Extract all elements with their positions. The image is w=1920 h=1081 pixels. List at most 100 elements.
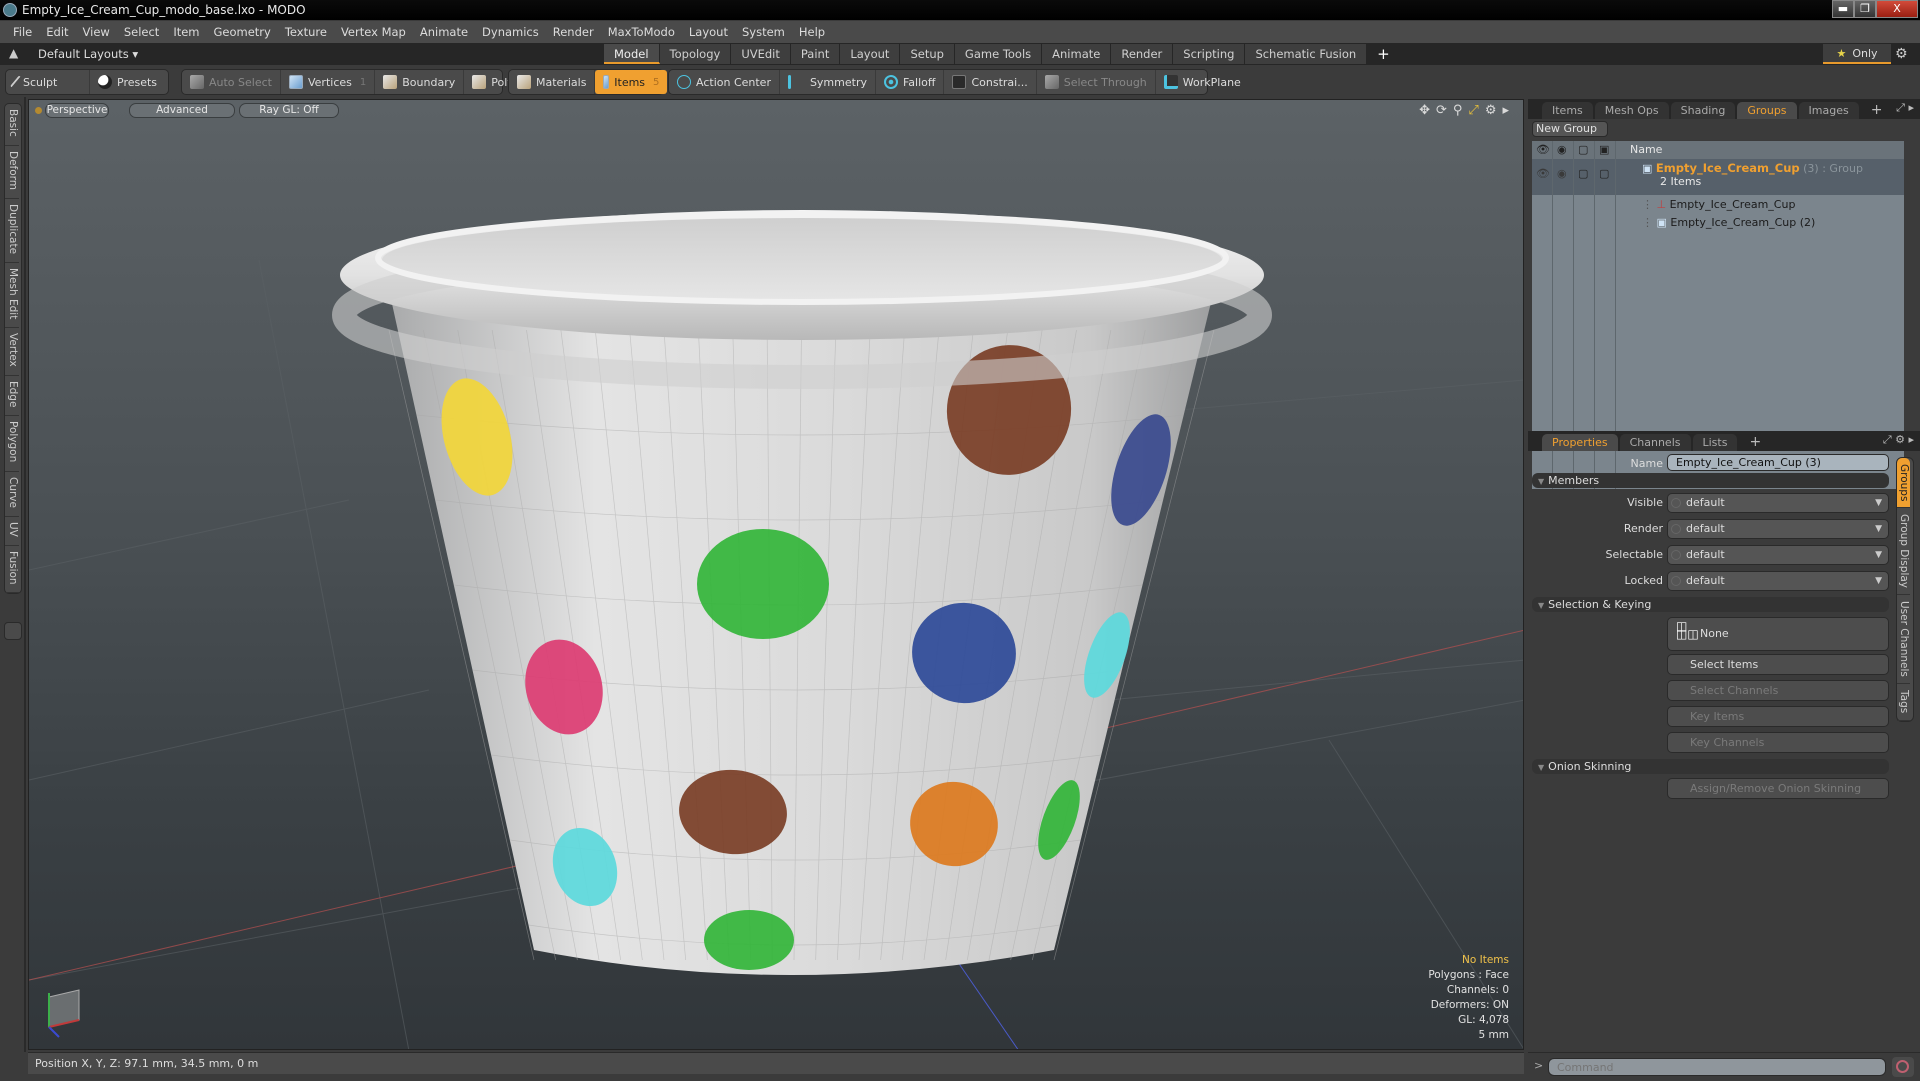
side-tab-groups[interactable]: Groups <box>1897 458 1910 509</box>
materials-button[interactable]: Materials <box>509 70 596 94</box>
side-tab-user-channels[interactable]: User Channels <box>1897 595 1910 685</box>
tab-animate[interactable]: Animate <box>1042 44 1112 64</box>
raygl-button[interactable]: Ray GL: Off <box>239 103 339 118</box>
render-dropdown[interactable]: default ▼ <box>1667 519 1889 539</box>
menu-select[interactable]: Select <box>117 25 166 39</box>
tool-tab-vertex[interactable]: Vertex <box>5 328 19 376</box>
menu-render[interactable]: Render <box>546 25 601 39</box>
list-item[interactable]: ⋮ ⊥ Empty_Ice_Cream_Cup <box>1642 198 1795 211</box>
tab-game-tools[interactable]: Game Tools <box>954 44 1043 64</box>
tool-tab-polygon[interactable]: Polygon <box>5 416 19 472</box>
record-macro-button[interactable] <box>1892 1057 1914 1077</box>
visible-dropdown[interactable]: default ▼ <box>1667 493 1889 513</box>
maximize-icon[interactable]: ⤢ <box>1468 103 1478 118</box>
symmetry-button[interactable]: Symmetry <box>780 70 876 94</box>
menu-maxtomodo[interactable]: MaxToModo <box>601 25 682 39</box>
workplane-button[interactable]: WorkPlane <box>1156 70 1249 94</box>
menu-layout[interactable]: Layout <box>682 25 735 39</box>
menu-texture[interactable]: Texture <box>278 25 334 39</box>
name-column-header[interactable]: Name <box>1630 143 1662 156</box>
selectable-dropdown[interactable]: default ▼ <box>1667 545 1889 565</box>
tool-tab-fusion[interactable]: Fusion <box>5 546 19 594</box>
key-channels-button[interactable]: Key Channels <box>1667 732 1889 753</box>
gear-icon[interactable]: ⚙ <box>1895 46 1908 62</box>
tool-tab-duplicate[interactable]: Duplicate <box>5 199 19 263</box>
tab-paint[interactable]: Paint <box>790 44 841 64</box>
tab-shading[interactable]: Shading <box>1670 102 1736 119</box>
falloff-button[interactable]: Falloff <box>876 70 945 94</box>
side-tab-tags[interactable]: Tags <box>1897 684 1910 721</box>
tab-scripting[interactable]: Scripting <box>1173 44 1246 64</box>
props-tools-icons[interactable]: ⤢ ⚙ ▸ <box>1883 433 1914 447</box>
only-button[interactable]: ★ Only <box>1823 44 1891 64</box>
tab-lists[interactable]: Lists <box>1692 434 1738 451</box>
tab-mesh-ops[interactable]: Mesh Ops <box>1594 102 1669 119</box>
group-render-toggle[interactable]: ◉ <box>1557 167 1567 180</box>
rotate-icon[interactable]: ⟳ <box>1436 103 1447 118</box>
default-layouts-dropdown[interactable]: Default Layouts ▾ <box>38 47 138 61</box>
tab-images[interactable]: Images <box>1798 102 1859 119</box>
render-camera-icon[interactable]: ◉ <box>1557 143 1567 156</box>
tab-items[interactable]: Items <box>1542 102 1593 119</box>
command-input[interactable] <box>1548 1058 1886 1076</box>
selection-keying-section-header[interactable]: ▼ Selection & Keying <box>1532 597 1889 612</box>
tool-tab-uv[interactable]: UV <box>5 517 19 546</box>
selectable-icon[interactable]: ▢ <box>1578 143 1588 156</box>
tool-tab-mesh-edit[interactable]: Mesh Edit <box>5 263 19 329</box>
menu-system[interactable]: System <box>735 25 792 39</box>
menu-file[interactable]: File <box>6 25 39 39</box>
tab-groups[interactable]: Groups <box>1737 102 1797 119</box>
tool-strip-extra-button[interactable] <box>4 622 22 640</box>
tab-layout[interactable]: Layout <box>840 44 901 64</box>
menu-view[interactable]: View <box>76 25 117 39</box>
menu-help[interactable]: Help <box>792 25 832 39</box>
tab-properties[interactable]: Properties <box>1542 434 1618 451</box>
constraints-button[interactable]: Constrai... <box>944 70 1037 94</box>
members-section-header[interactable]: ▼ Members <box>1532 473 1889 488</box>
name-field[interactable]: Empty_Ice_Cream_Cup (3) <box>1667 454 1889 471</box>
menu-dynamics[interactable]: Dynamics <box>475 25 546 39</box>
tab-schematic-fusion[interactable]: Schematic Fusion <box>1245 44 1368 64</box>
menu-item[interactable]: Item <box>166 25 206 39</box>
viewport-gear-icon[interactable]: ⚙ <box>1485 103 1497 118</box>
pan-icon[interactable]: ✥ <box>1419 103 1430 118</box>
add-tab-button[interactable]: + <box>1367 44 1400 64</box>
tab-setup[interactable]: Setup <box>900 44 955 64</box>
collapse-up-icon[interactable]: ▲ <box>9 46 18 60</box>
boundary-button[interactable]: Boundary <box>375 70 465 94</box>
new-group-button[interactable]: New Group <box>1532 121 1608 137</box>
tab-topology[interactable]: Topology <box>659 44 732 64</box>
menu-animate[interactable]: Animate <box>413 25 475 39</box>
menu-geometry[interactable]: Geometry <box>207 25 278 39</box>
add-props-tab-button[interactable]: + <box>1739 434 1771 451</box>
viewport-arrow-icon[interactable]: ▸ <box>1502 103 1509 118</box>
zoom-icon[interactable]: ⚲ <box>1453 103 1463 118</box>
group-select-toggle[interactable]: ▢ <box>1578 167 1588 180</box>
key-items-button[interactable]: Key Items <box>1667 706 1889 727</box>
sculpt-button[interactable]: Sculpt <box>6 70 90 94</box>
minimize-button[interactable]: ▬ <box>1832 0 1854 18</box>
group-visibility-toggle[interactable]: 👁 <box>1536 167 1550 180</box>
group-item[interactable]: ▣ Empty_Ice_Cream_Cup (3) : Group <box>1642 161 1863 175</box>
eye-icon[interactable]: 👁 <box>1536 143 1550 156</box>
panel-expand-icon[interactable]: ⤢ ▸ <box>1896 101 1914 115</box>
3d-viewport[interactable]: Perspective Advanced Ray GL: Off ✥ ⟳ ⚲ ⤢… <box>28 99 1524 1050</box>
vertices-button[interactable]: Vertices 1 <box>281 70 376 94</box>
lock-icon[interactable]: ▣ <box>1599 143 1609 156</box>
tab-model[interactable]: Model <box>604 44 660 64</box>
auto-select-button[interactable]: Auto Select <box>182 70 281 94</box>
tool-tab-curve[interactable]: Curve <box>5 472 19 517</box>
add-panel-tab-button[interactable]: + <box>1861 102 1893 119</box>
list-item[interactable]: ⋮ ▣ Empty_Ice_Cream_Cup (2) <box>1642 216 1815 229</box>
tool-tab-deform[interactable]: Deform <box>5 146 19 199</box>
select-through-button[interactable]: Select Through <box>1037 70 1156 94</box>
tab-channels[interactable]: Channels <box>1619 434 1691 451</box>
onion-skinning-section-header[interactable]: ▼ Onion Skinning <box>1532 759 1889 774</box>
shading-advanced-button[interactable]: Advanced <box>129 103 235 118</box>
tool-tab-edge[interactable]: Edge <box>5 376 19 417</box>
side-tab-group-display[interactable]: Group Display <box>1897 508 1910 596</box>
menu-vertex-map[interactable]: Vertex Map <box>334 25 413 39</box>
channel-set-none-button[interactable]: ◫ ◫◫ None <box>1667 617 1889 651</box>
perspective-button[interactable]: Perspective <box>45 103 109 118</box>
select-channels-button[interactable]: Select Channels <box>1667 680 1889 701</box>
